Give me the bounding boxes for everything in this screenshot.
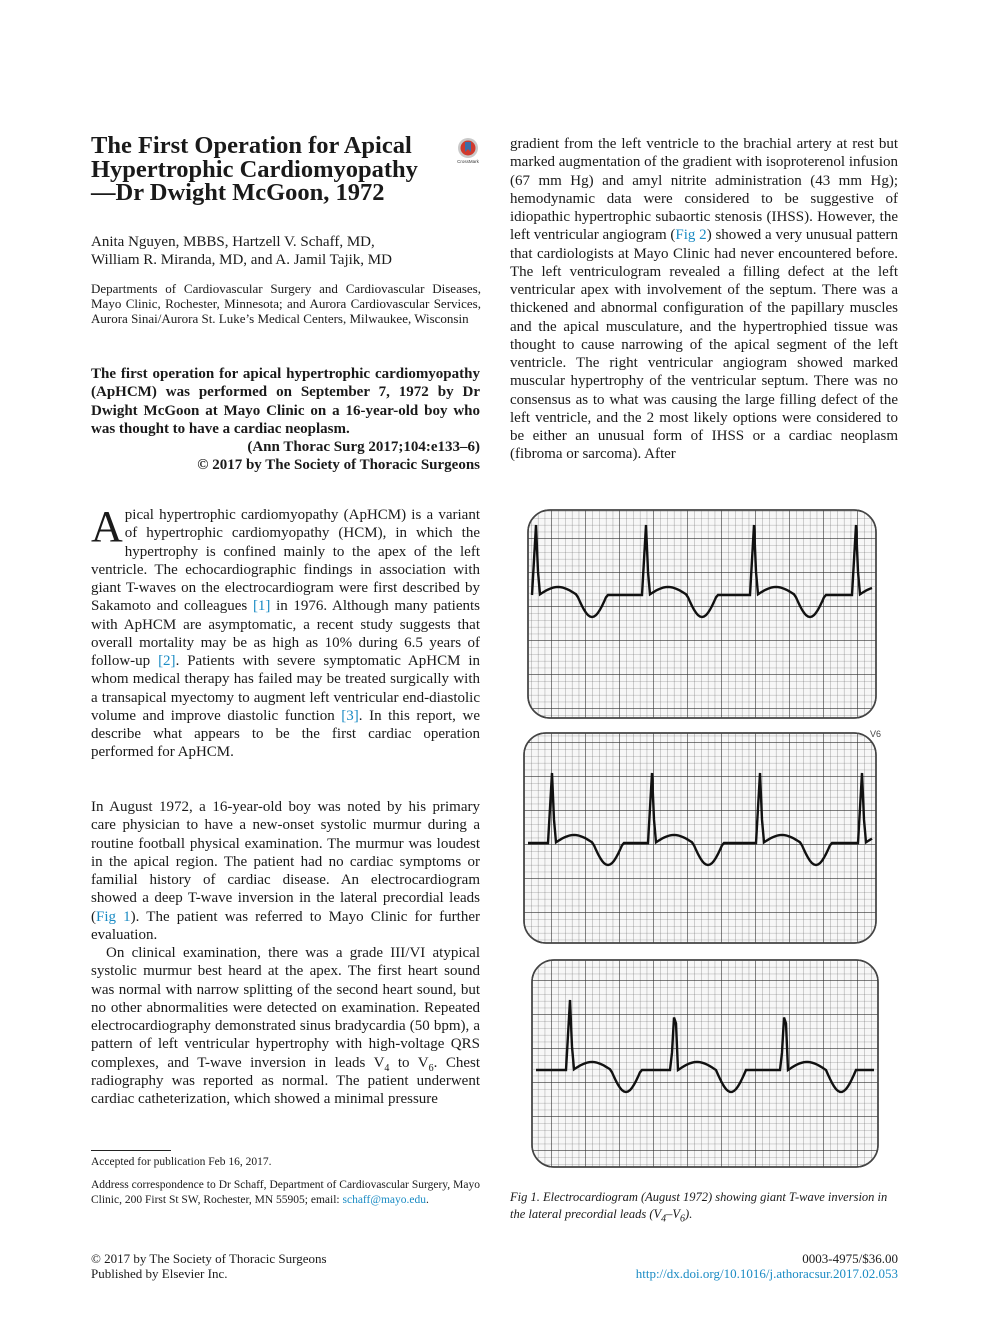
body-paragraph: Apical hypertrophic cardiomyopathy (ApHC… <box>91 502 480 762</box>
ecg-strip <box>527 509 877 719</box>
body-paragraph: In August 1972, a 16-year-old boy was no… <box>91 798 480 944</box>
lead-label: V6 <box>870 729 881 739</box>
body-paragraph: On clinical examination, there was a gra… <box>91 944 480 1108</box>
reference-link[interactable]: [2] <box>158 653 176 669</box>
authors-line: William R. Miranda, MD, and A. Jamil Taj… <box>91 252 392 268</box>
body-paragraph: gradient from the left ventricle to the … <box>510 135 898 464</box>
text: –V <box>666 1207 681 1221</box>
abstract: The first operation for apical hypertrop… <box>91 365 480 475</box>
ecg-strip <box>523 732 877 944</box>
correspondence-note: Address correspondence to Dr Schaff, Dep… <box>91 1178 480 1208</box>
crossmark-logo[interactable]: CrossMark <box>455 137 481 165</box>
text: On clinical examination, there was a gra… <box>91 945 480 1071</box>
affiliation: Departments of Cardiovascular Surgery an… <box>91 281 481 326</box>
text: Fig 1. Electrocardiogram (August 1972) s… <box>510 1190 888 1221</box>
figure-caption: Fig 1. Electrocardiogram (August 1972) s… <box>510 1189 898 1224</box>
abstract-text: The first operation for apical hypertrop… <box>91 366 480 437</box>
footer-copyright: © 2017 by The Society of Thoracic Surgeo… <box>91 1251 327 1266</box>
abstract-copyright: © 2017 by The Society of Thoracic Surgeo… <box>197 457 480 474</box>
figure-link[interactable]: Fig 1 <box>96 909 131 925</box>
text: to V <box>389 1054 429 1071</box>
reference-link[interactable]: [3] <box>341 708 359 724</box>
svg-text:CrossMark: CrossMark <box>457 159 480 164</box>
author-list: Anita Nguyen, MBBS, Hartzell V. Schaff, … <box>91 233 491 269</box>
article-title: The First Operation for Apical Hypertrop… <box>91 132 418 206</box>
doi-link[interactable]: http://dx.doi.org/10.1016/j.athoracsur.2… <box>636 1266 898 1281</box>
text: In August 1972, a 16-year-old boy was no… <box>91 799 480 925</box>
text: ) showed a very unusual pattern that car… <box>510 227 898 463</box>
text: ). <box>685 1207 693 1221</box>
accepted-note: Accepted for publication Feb 16, 2017. <box>91 1156 272 1168</box>
footer-publisher: Published by Elsevier Inc. <box>91 1266 228 1281</box>
footer-left: © 2017 by The Society of Thoracic Surgeo… <box>91 1251 327 1281</box>
crossmark-icon: CrossMark <box>457 138 480 164</box>
issn-price: 0003-4975/$36.00 <box>802 1251 898 1266</box>
authors-line: Anita Nguyen, MBBS, Hartzell V. Schaff, … <box>91 234 375 250</box>
email-link[interactable]: schaff@mayo.edu <box>342 1194 426 1206</box>
drop-cap: A <box>91 502 123 551</box>
figure-link[interactable]: Fig 2 <box>675 227 706 243</box>
footer-right: 0003-4975/$36.00 http://dx.doi.org/10.10… <box>636 1251 898 1281</box>
ecg-figure: V6 <box>523 509 881 1168</box>
citation: (Ann Thorac Surg 2017;104:e133–6) <box>247 439 480 456</box>
text: . <box>426 1194 429 1206</box>
footnote-divider <box>91 1150 171 1151</box>
text: ). The patient was referred to Mayo Clin… <box>91 908 480 943</box>
reference-link[interactable]: [1] <box>253 598 271 614</box>
